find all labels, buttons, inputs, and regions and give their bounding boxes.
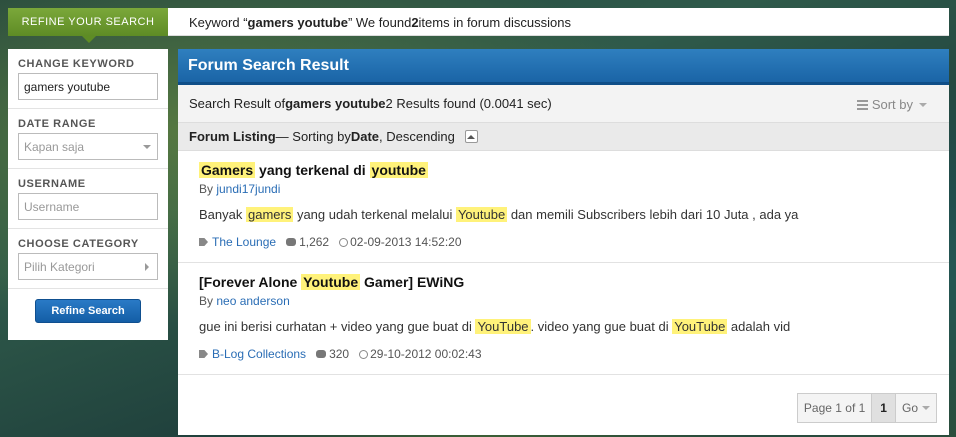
result-snippet: gue ini berisi curhatan + video yang gue… bbox=[199, 319, 949, 334]
author-link[interactable]: neo anderson bbox=[216, 294, 289, 308]
search-result-item: [Forever Alone Youtube Gamer] EWiNG By n… bbox=[178, 263, 949, 375]
post-date: 29-10-2012 00:02:43 bbox=[370, 347, 482, 361]
highlighted-term: youtube bbox=[369, 162, 428, 178]
username-placeholder: Username bbox=[24, 199, 80, 214]
date-range-label: DATE RANGE bbox=[18, 118, 96, 130]
by-prefix: By bbox=[199, 182, 217, 196]
category-value: Pilih Kategori bbox=[24, 259, 95, 274]
result-meta: B-Log Collections 320 29-10-2012 00:02:4… bbox=[199, 347, 949, 361]
highlighted-term: Youtube bbox=[301, 274, 361, 290]
result-snippet: Banyak gamers yang udah terkenal melalui… bbox=[199, 207, 949, 222]
snippet-text: gue ini berisi curhatan + video yang gue… bbox=[199, 319, 476, 334]
by-prefix: By bbox=[199, 294, 217, 308]
clock-icon bbox=[359, 349, 369, 359]
sort-by-label: Sort by bbox=[871, 97, 913, 112]
go-label: Go bbox=[901, 401, 918, 415]
refine-search-button-label: Refine Search bbox=[51, 305, 125, 317]
title-text: yang terkenal di bbox=[255, 162, 370, 178]
date-range-select[interactable]: Kapan saja bbox=[18, 133, 158, 160]
result-author-line: By jundi17jundi bbox=[199, 182, 949, 196]
forum-search-panel: Forum Search Result Search Result of gam… bbox=[178, 49, 949, 435]
highlighted-term: gamers bbox=[245, 207, 294, 222]
clock-icon bbox=[339, 237, 349, 247]
pagination: Page 1 of 1 1 Go bbox=[796, 393, 937, 423]
chevron-down-icon bbox=[922, 406, 930, 410]
forum-link[interactable]: B-Log Collections bbox=[212, 347, 306, 361]
post-date: 02-09-2013 14:52:20 bbox=[350, 235, 462, 249]
snippet-text: adalah vid bbox=[727, 319, 791, 334]
chevron-down-icon bbox=[143, 145, 151, 149]
msg-suffix: items in forum discussions bbox=[418, 14, 571, 30]
keyword-input-value: gamers youtube bbox=[24, 79, 111, 94]
sort-by-dropdown[interactable]: Sort by bbox=[856, 97, 927, 112]
panel-title: Forum Search Result bbox=[178, 49, 949, 85]
chevron-down-icon bbox=[919, 102, 927, 107]
chevron-right-icon bbox=[145, 263, 149, 271]
msg-prefix: Keyword “ bbox=[189, 14, 248, 30]
highlighted-term: YouTube bbox=[672, 319, 728, 334]
refine-sidebar: CHANGE KEYWORD gamers youtube DATE RANGE… bbox=[8, 49, 168, 340]
result-title-link[interactable]: [Forever Alone Youtube Gamer] EWiNG bbox=[199, 272, 949, 292]
result-title-link[interactable]: Gamers yang terkenal di youtube bbox=[199, 160, 949, 180]
snippet-text: dan memili Subscribers lebih dari 10 Jut… bbox=[507, 207, 799, 222]
listing-label: Forum Listing bbox=[189, 129, 276, 144]
snippet-text: Banyak bbox=[199, 207, 246, 222]
search-summary-message: Keyword “gamers youtube” We found 2 item… bbox=[189, 8, 571, 36]
highlighted-term: Gamers bbox=[199, 162, 256, 178]
forum-link[interactable]: The Lounge bbox=[212, 235, 276, 249]
highlighted-term: Youtube bbox=[455, 207, 508, 222]
result-author-line: By neo anderson bbox=[199, 294, 949, 308]
divider bbox=[8, 288, 168, 289]
choose-category-label: CHOOSE CATEGORY bbox=[18, 238, 139, 250]
result-meta: The Lounge 1,262 02-09-2013 14:52:20 bbox=[199, 235, 949, 249]
category-select[interactable]: Pilih Kategori bbox=[18, 253, 158, 280]
title-text: [Forever Alone bbox=[199, 274, 302, 290]
summary-prefix: Search Result of bbox=[189, 96, 286, 111]
title-text: Gamer] EWiNG bbox=[360, 274, 465, 290]
chevron-up-icon bbox=[467, 134, 476, 139]
search-result-item: Gamers yang terkenal di youtube By jundi… bbox=[178, 151, 949, 263]
msg-mid: ” We found bbox=[347, 14, 412, 30]
refine-search-tab-label: REFINE YOUR SEARCH bbox=[21, 16, 155, 28]
snippet-text: . video yang gue buat di bbox=[530, 319, 673, 334]
reply-count: 1,262 bbox=[299, 235, 330, 249]
username-input[interactable]: Username bbox=[18, 193, 158, 220]
username-label: USERNAME bbox=[18, 178, 86, 190]
reply-count: 320 bbox=[329, 347, 350, 361]
summary-suffix: 2 Results found (0.0041 sec) bbox=[385, 96, 552, 111]
refine-search-tab[interactable]: REFINE YOUR SEARCH bbox=[8, 8, 168, 43]
summary-keyword: gamers youtube bbox=[285, 96, 386, 111]
go-page-dropdown[interactable]: Go bbox=[896, 394, 936, 422]
listing-sort: Date bbox=[350, 129, 380, 144]
top-bar: REFINE YOUR SEARCH Keyword “gamers youtu… bbox=[8, 8, 949, 43]
tag-icon bbox=[199, 350, 208, 358]
list-icon bbox=[856, 98, 868, 112]
msg-count: 2 bbox=[411, 14, 419, 30]
page-info: Page 1 of 1 bbox=[798, 394, 873, 422]
snippet-text: yang udah terkenal melalui bbox=[293, 207, 456, 222]
author-link[interactable]: jundi17jundi bbox=[216, 182, 280, 196]
change-keyword-label: CHANGE KEYWORD bbox=[18, 58, 135, 70]
comment-icon bbox=[316, 350, 327, 358]
listing-order: , Descending bbox=[379, 129, 455, 144]
collapse-button[interactable] bbox=[464, 130, 478, 143]
comment-icon bbox=[286, 238, 297, 246]
highlighted-term: YouTube bbox=[475, 319, 531, 334]
msg-keyword: gamers youtube bbox=[247, 14, 348, 30]
date-range-value: Kapan saja bbox=[24, 139, 85, 154]
listing-mid: — Sorting by bbox=[275, 129, 351, 144]
refine-search-button[interactable]: Refine Search bbox=[35, 299, 141, 323]
keyword-input[interactable]: gamers youtube bbox=[18, 73, 158, 100]
page-button-current[interactable]: 1 bbox=[872, 394, 896, 422]
tag-icon bbox=[199, 238, 208, 246]
results-summary: Search Result of gamers youtube 2 Result… bbox=[178, 85, 949, 123]
forum-listing-bar: Forum Listing — Sorting by Date, Descend… bbox=[178, 123, 949, 151]
